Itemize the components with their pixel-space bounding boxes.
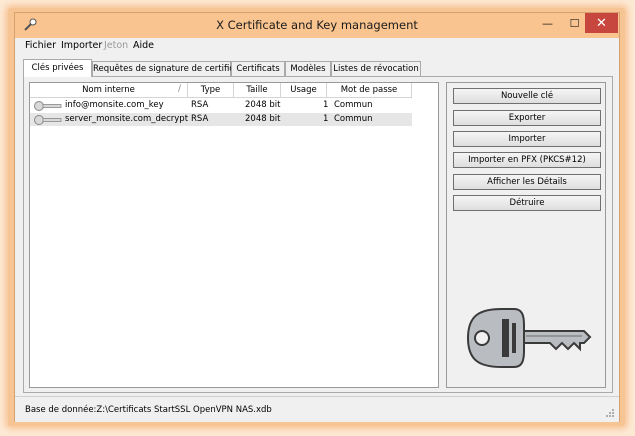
- title-bar[interactable]: X Certificate and Key management — ☐ ✕: [15, 13, 619, 38]
- key-icon: [34, 115, 62, 125]
- actions-panel: Nouvelle clé Exporter Importer Importer …: [446, 82, 606, 388]
- import-pfx-button[interactable]: Importer en PFX (PKCS#12): [453, 152, 601, 168]
- menu-importer[interactable]: Importer: [61, 40, 102, 51]
- column-header-usage[interactable]: Usage: [281, 83, 327, 98]
- key-usage: 1: [323, 114, 329, 124]
- column-header-taille[interactable]: Taille: [234, 83, 281, 98]
- window-title: X Certificate and Key management: [216, 18, 418, 32]
- database-path: Base de donnée:Z:\Certificats StartSSL O…: [25, 405, 272, 415]
- keys-list[interactable]: Nom interne / Type Taille Usage Mot de p…: [29, 82, 439, 388]
- key-password: Commun: [334, 100, 373, 110]
- export-button[interactable]: Exporter: [453, 110, 601, 126]
- status-bar: Base de donnée:Z:\Certificats StartSSL O…: [15, 396, 619, 422]
- table-row[interactable]: info@monsite.com_key RSA 2048 bit 1 Comm…: [30, 99, 412, 112]
- new-key-button[interactable]: Nouvelle clé: [453, 88, 601, 104]
- key-size: 2048 bit: [245, 100, 281, 110]
- key-type: RSA: [191, 114, 209, 124]
- tab-modeles[interactable]: Modèles: [285, 61, 331, 76]
- key-name: info@monsite.com_key: [65, 100, 164, 110]
- key-password: Commun: [334, 114, 373, 124]
- column-label: Nom interne: [82, 85, 135, 95]
- table-row[interactable]: server_monsite.com_decrypt RSA 2048 bit …: [30, 113, 412, 126]
- key-size: 2048 bit: [245, 114, 281, 124]
- key-type: RSA: [191, 100, 209, 110]
- menu-aide[interactable]: Aide: [133, 40, 154, 51]
- sort-icon: /: [177, 84, 181, 94]
- menu-jeton[interactable]: Jeton: [104, 40, 128, 51]
- close-button[interactable]: ✕: [585, 13, 618, 33]
- menu-fichier[interactable]: Fichier: [25, 40, 56, 51]
- tab-cles-privees[interactable]: Clés privées: [23, 59, 92, 77]
- tab-certificats[interactable]: Certificats: [231, 61, 285, 76]
- tab-requetes-signature[interactable]: Requêtes de signature de certificat: [92, 61, 243, 76]
- column-header-nom-interne[interactable]: Nom interne /: [30, 83, 188, 98]
- key-usage: 1: [323, 100, 329, 110]
- resize-grip-icon[interactable]: [605, 408, 615, 418]
- import-button[interactable]: Importer: [453, 131, 601, 147]
- key-name: server_monsite.com_decrypt: [65, 114, 189, 124]
- column-header-type[interactable]: Type: [188, 83, 234, 98]
- delete-button[interactable]: Détruire: [453, 195, 601, 211]
- tab-panel-cles-privees: Nom interne / Type Taille Usage Mot de p…: [23, 76, 613, 393]
- maximize-button[interactable]: ☐: [561, 13, 588, 33]
- key-illustration-icon: [466, 308, 592, 368]
- tab-listes-revocation[interactable]: Listes de révocation: [331, 61, 421, 76]
- key-icon: [34, 101, 62, 111]
- app-window: X Certificate and Key management — ☐ ✕ F…: [14, 12, 620, 422]
- column-header-mot-de-passe[interactable]: Mot de passe: [327, 83, 412, 98]
- show-details-button[interactable]: Afficher les Détails: [453, 174, 601, 190]
- minimize-button[interactable]: —: [534, 13, 561, 33]
- menu-bar: Fichier Importer Jeton Aide: [15, 39, 619, 54]
